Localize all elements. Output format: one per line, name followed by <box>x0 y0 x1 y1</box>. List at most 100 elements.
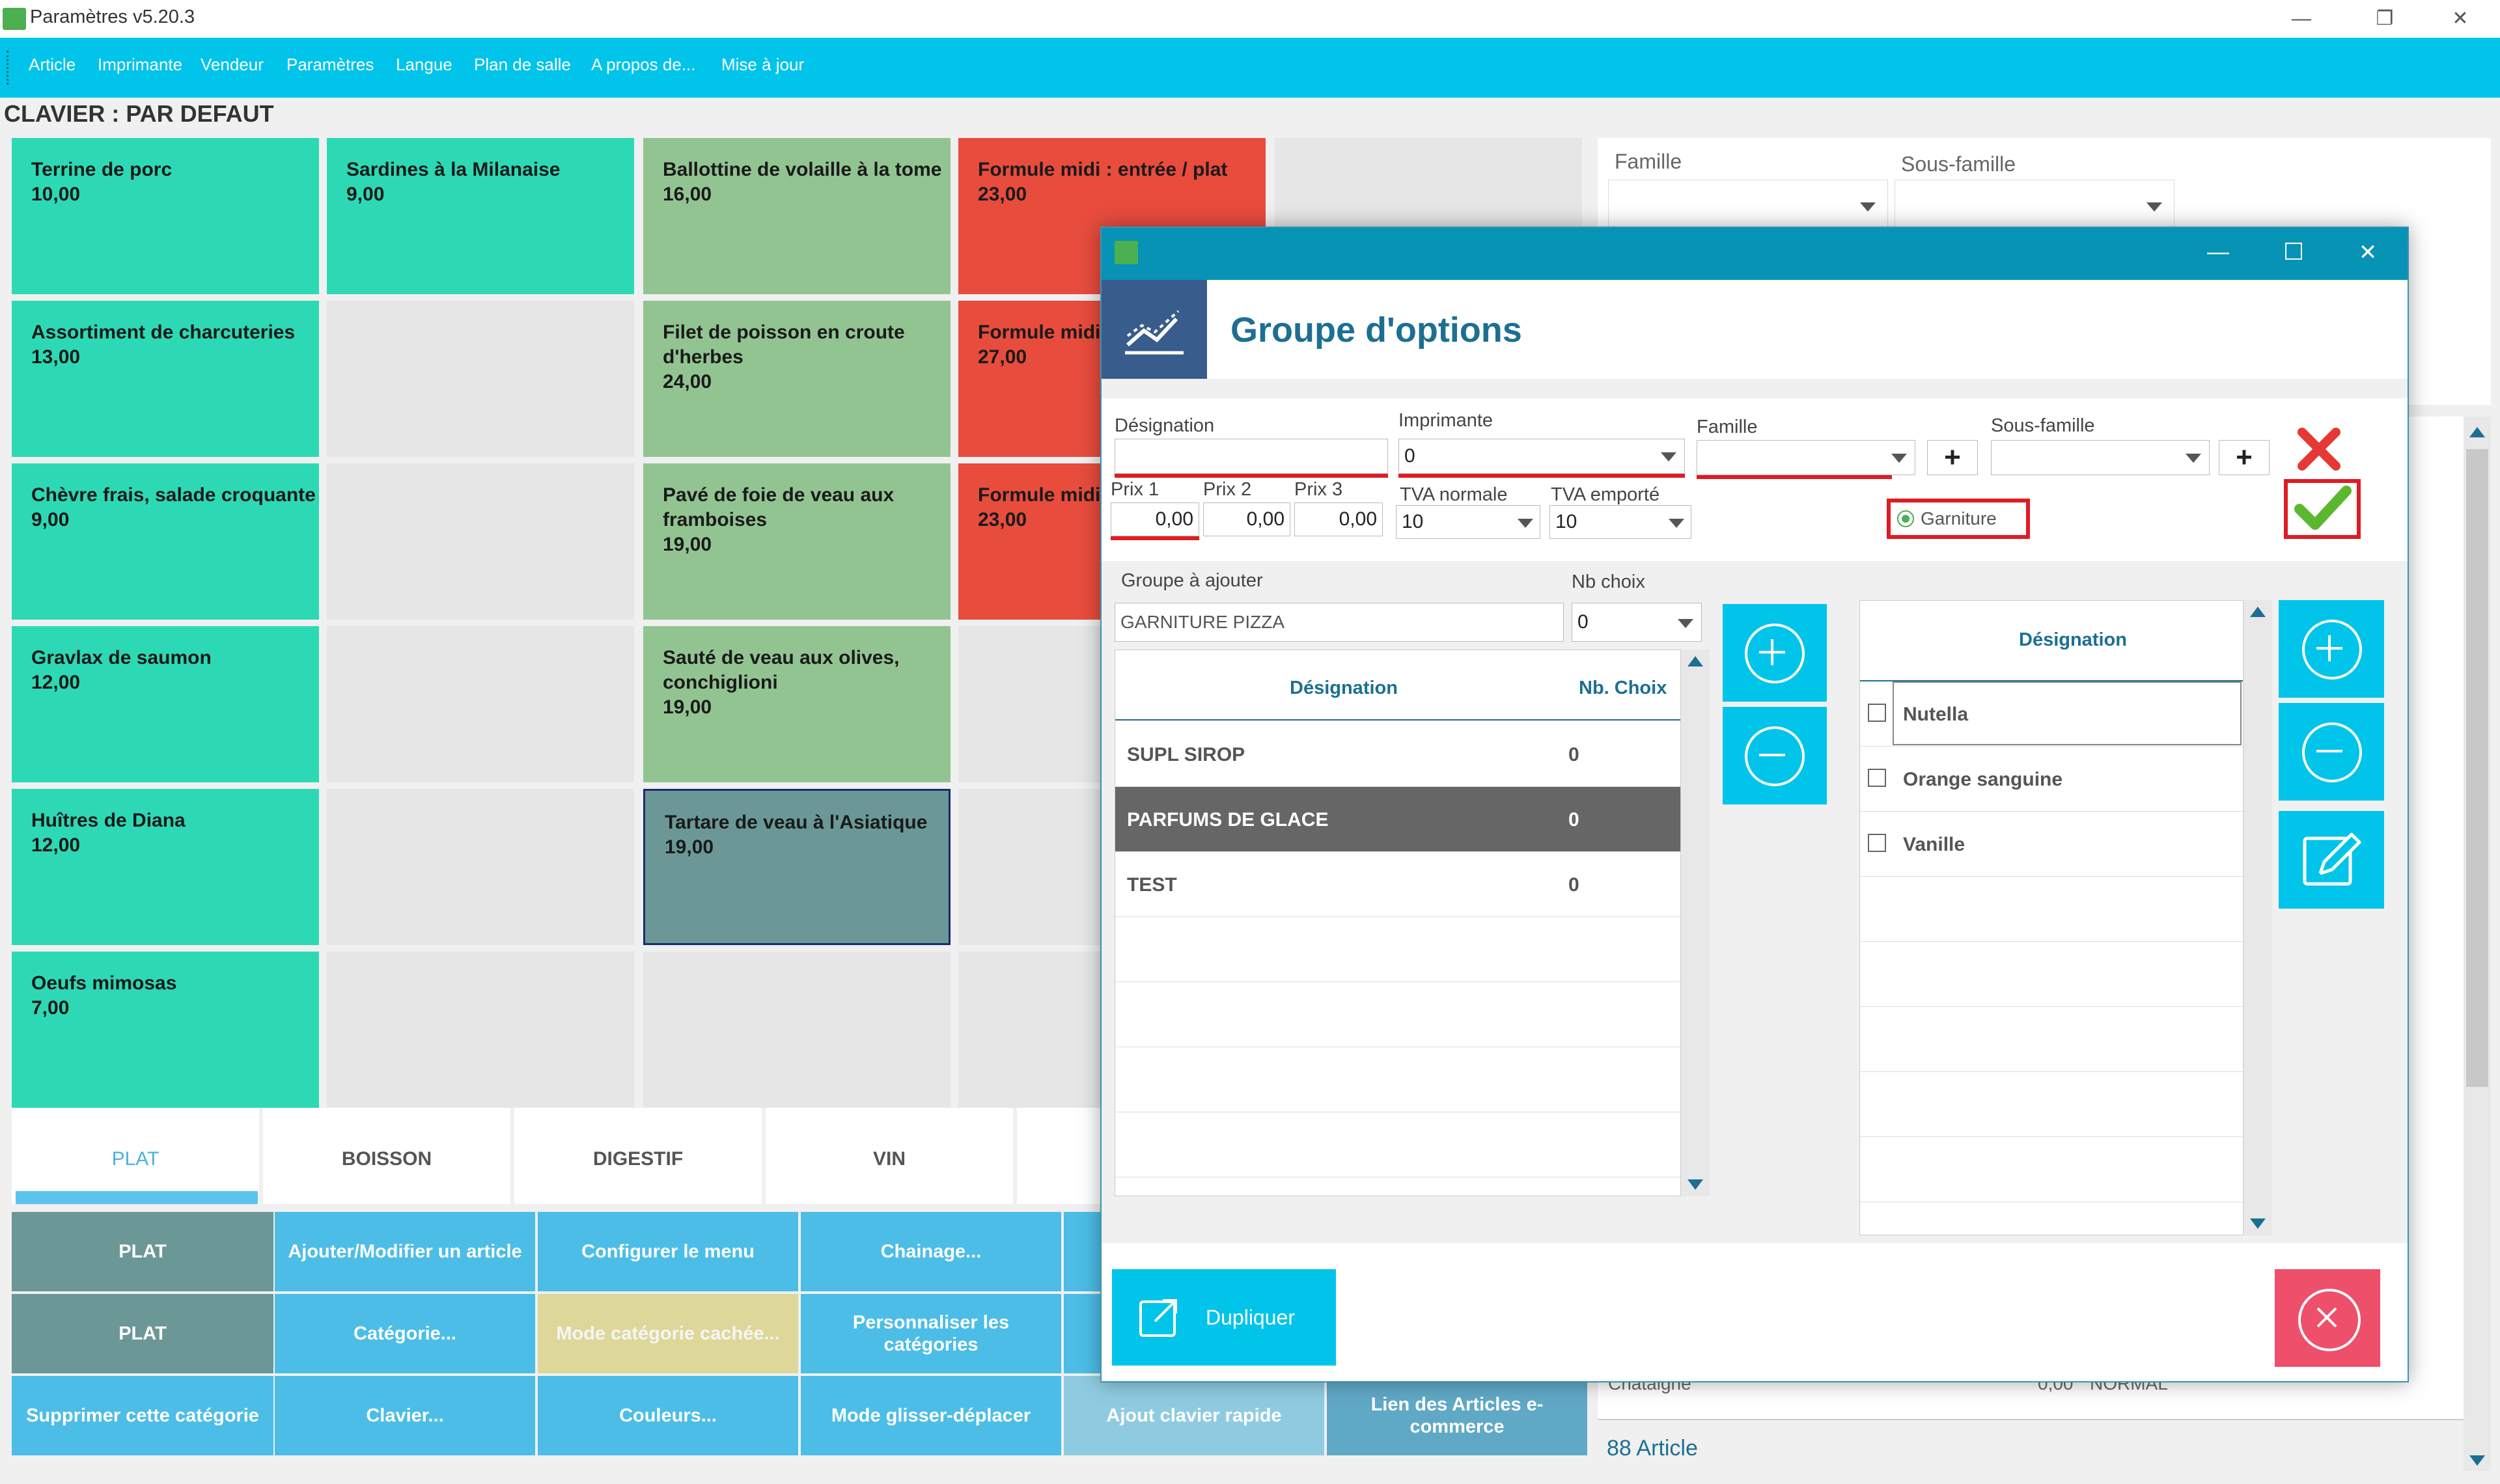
prix3-input[interactable]: 0,00 <box>1294 502 1383 536</box>
list-item[interactable] <box>1860 1137 2243 1202</box>
menu-parametres[interactable]: Paramètres <box>286 55 374 75</box>
dialog-close-button[interactable]: ✕ <box>2352 240 2384 266</box>
tile-empty[interactable] <box>327 301 634 457</box>
clavier-button[interactable]: Clavier... <box>275 1376 535 1455</box>
col-designation[interactable]: Désignation <box>1290 678 1398 699</box>
menu-article[interactable]: Article <box>29 55 76 75</box>
edit-option-button[interactable] <box>2279 811 2384 909</box>
tab-vin[interactable]: VIN <box>766 1108 1013 1204</box>
table-row[interactable]: SUPL SIROP 0 <box>1115 722 1680 787</box>
groupes-grid[interactable]: Désignation Nb. Choix SUPL SIROP 0 PARFU… <box>1115 650 1681 1196</box>
list-item[interactable] <box>1860 877 2243 942</box>
plat-category-button[interactable]: PLAT <box>12 1294 273 1373</box>
categorie-button[interactable]: Catégorie... <box>275 1294 535 1373</box>
list-item[interactable]: Vanille <box>1860 812 2243 877</box>
tile-empty[interactable] <box>327 626 634 782</box>
tile-article[interactable]: Sauté de veau aux olives, conchiglioni 19… <box>643 626 951 782</box>
col-nb-choix[interactable]: Nb. Choix <box>1579 678 1667 699</box>
tile-article-selected[interactable]: Tartare de veau à l'Asiatique 19,00 <box>643 789 951 945</box>
menu-mise-a-jour[interactable]: Mise à jour <box>721 55 804 75</box>
tile-empty[interactable] <box>327 789 634 945</box>
personnaliser-categories-button[interactable]: Personnaliser les catégories <box>801 1294 1061 1373</box>
couleurs-button[interactable]: Couleurs... <box>538 1376 798 1455</box>
ajout-clavier-rapide-button[interactable]: Ajout clavier rapide <box>1064 1376 1324 1455</box>
tile-article[interactable]: Sardines à la Milanaise 9,00 <box>327 138 634 294</box>
checkbox[interactable] <box>1868 704 1886 722</box>
close-dialog-button[interactable] <box>2275 1269 2380 1367</box>
close-button[interactable]: ✕ <box>2438 3 2483 35</box>
dialog-minimize-button[interactable]: — <box>2202 240 2234 265</box>
menu-vendeur[interactable]: Vendeur <box>201 55 264 75</box>
confirm-button[interactable] <box>2284 479 2361 539</box>
tab-digestif[interactable]: DIGESTIF <box>514 1108 762 1204</box>
menu-imprimante[interactable]: Imprimante <box>98 55 182 75</box>
dialog-maximize-button[interactable]: ☐ <box>2277 238 2310 266</box>
options-scrollbar[interactable] <box>2243 600 2272 1235</box>
tile-article[interactable]: Pavé de foie de veau aux framboises 19,00 <box>643 463 951 620</box>
groupe-input[interactable]: GARNITURE PIZZA <box>1115 603 1564 642</box>
tile-empty[interactable] <box>327 952 634 1108</box>
scroll-down-icon[interactable] <box>2250 1218 2266 1229</box>
hidden-action-button[interactable] <box>1064 1212 1100 1291</box>
table-row[interactable] <box>1115 1047 1680 1112</box>
famille-combo[interactable] <box>1608 180 1888 232</box>
menu-a-propos[interactable]: A propos de... <box>591 55 695 75</box>
remove-groupe-button[interactable] <box>1723 707 1827 804</box>
list-item[interactable] <box>1860 1072 2243 1137</box>
prix2-input[interactable]: 0,00 <box>1203 502 1290 536</box>
dupliquer-button[interactable]: Dupliquer <box>1112 1269 1336 1366</box>
options-grid[interactable]: Désignation Nutella Orange sanguine Vani… <box>1859 600 2243 1235</box>
col-designation[interactable]: Désignation <box>2019 629 2127 651</box>
mode-glisser-deplacer-button[interactable]: Mode glisser-déplacer <box>801 1376 1061 1455</box>
menu-langue[interactable]: Langue <box>396 55 452 75</box>
nb-choix-select[interactable]: 0 <box>1572 603 1702 642</box>
tab-boisson[interactable]: BOISSON <box>263 1108 510 1204</box>
restore-button[interactable]: ❐ <box>2362 3 2408 35</box>
prix1-input[interactable]: 0,00 <box>1111 502 1199 536</box>
scroll-up-icon[interactable] <box>2250 607 2266 617</box>
famille-select[interactable] <box>1697 440 1915 475</box>
scroll-up-icon[interactable] <box>2469 427 2485 437</box>
plat-button[interactable]: PLAT <box>12 1212 273 1291</box>
configurer-menu-button[interactable]: Configurer le menu <box>538 1212 798 1291</box>
tva-emporte-select[interactable]: 10 <box>1549 505 1691 539</box>
remove-option-button[interactable] <box>2279 703 2384 801</box>
supprimer-categorie-button[interactable]: Supprimer cette catégorie <box>12 1376 273 1455</box>
tile-article[interactable]: Assortiment de charcuteries 13,00 <box>12 301 319 457</box>
scroll-down-icon[interactable] <box>2469 1455 2485 1466</box>
tile-empty[interactable] <box>643 952 951 1108</box>
tile-article[interactable]: Gravlax de saumon 12,00 <box>12 626 319 782</box>
tile-article[interactable]: Chèvre frais, salade croquante 9,00 <box>12 463 319 620</box>
checkbox[interactable] <box>1868 769 1886 787</box>
table-row[interactable] <box>1115 982 1680 1047</box>
add-groupe-button[interactable] <box>1723 604 1827 702</box>
tile-article[interactable]: Huîtres de Diana 12,00 <box>12 789 319 945</box>
add-famille-button[interactable]: + <box>1927 440 1978 475</box>
lien-articles-ecommerce-button[interactable]: Lien des Articles e-commerce <box>1327 1376 1587 1455</box>
scroll-up-icon[interactable] <box>1688 656 1703 666</box>
add-option-button[interactable] <box>2279 600 2384 698</box>
list-item[interactable] <box>1860 1007 2243 1072</box>
menu-plan-de-salle[interactable]: Plan de salle <box>474 55 571 75</box>
tva-normale-select[interactable]: 10 <box>1396 505 1540 539</box>
scroll-thumb[interactable] <box>2466 449 2488 1087</box>
scroll-down-icon[interactable] <box>1688 1179 1703 1190</box>
list-item[interactable]: Orange sanguine <box>1860 747 2243 812</box>
list-item[interactable] <box>1860 942 2243 1007</box>
groupes-scrollbar[interactable] <box>1681 650 1710 1196</box>
table-row[interactable] <box>1115 917 1680 982</box>
table-row-selected[interactable]: PARFUMS DE GLACE 0 <box>1115 787 1680 852</box>
ajouter-modifier-article-button[interactable]: Ajouter/Modifier un article <box>275 1212 535 1291</box>
table-row[interactable] <box>1115 1112 1680 1177</box>
chainage-button[interactable]: Chainage... <box>801 1212 1061 1291</box>
list-item[interactable]: Nutella <box>1860 681 2243 747</box>
sous-famille-combo[interactable] <box>1895 180 2174 232</box>
sous-famille-select[interactable] <box>1991 440 2210 475</box>
mode-categorie-cachee-button[interactable]: Mode catégorie cachée... <box>538 1294 798 1373</box>
tile-article[interactable]: Filet de poisson en croute d'herbes 24,00 <box>643 301 951 457</box>
table-row[interactable]: TEST 0 <box>1115 852 1680 917</box>
tile-empty[interactable] <box>327 463 634 620</box>
tile-article[interactable]: Ballottine de volaille à la tome 16,00 <box>643 138 951 294</box>
tile-article[interactable]: Oeufs mimosas 7,00 <box>12 952 319 1108</box>
garniture-radio[interactable]: Garniture <box>1887 499 2030 539</box>
